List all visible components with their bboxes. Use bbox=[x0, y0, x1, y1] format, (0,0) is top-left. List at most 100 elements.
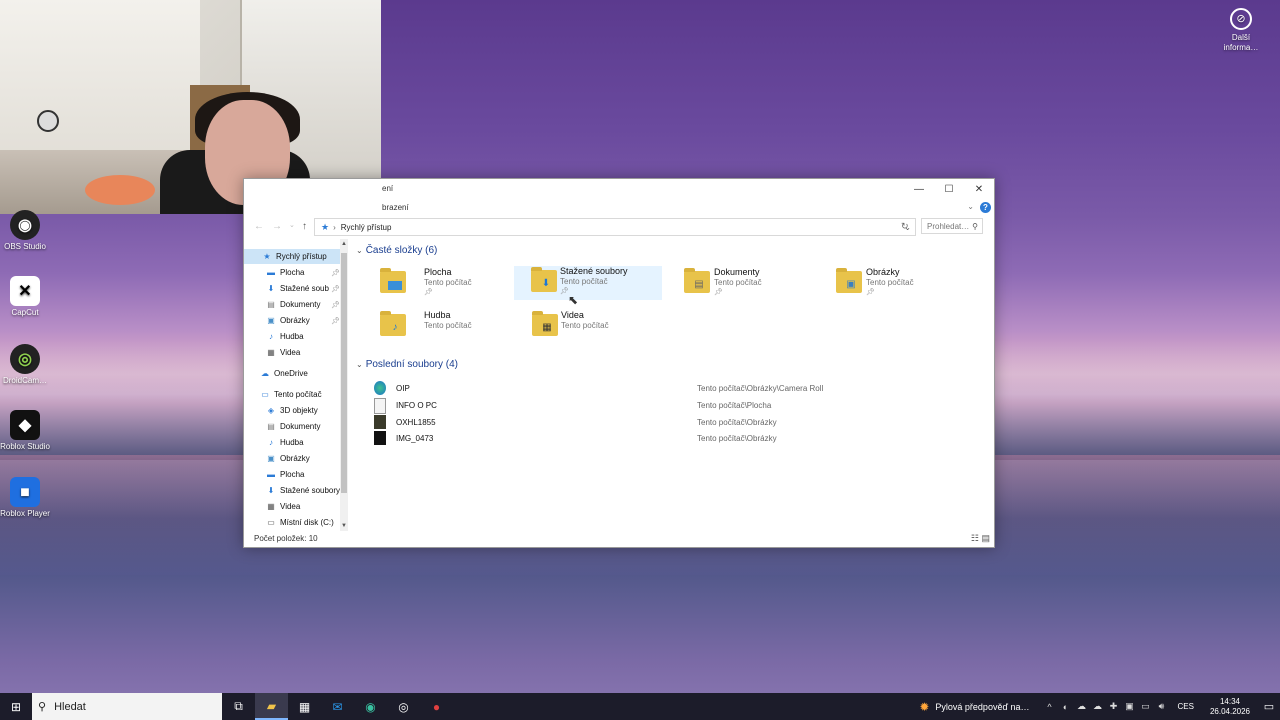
nav-scrollbar[interactable]: ▲ ▼ bbox=[340, 239, 348, 531]
nav-item-pc-pictures[interactable]: ▣ Obrázky bbox=[244, 451, 344, 466]
folder-tile-music[interactable]: ♪ Hudba Tento počítač bbox=[378, 310, 526, 344]
nav-item-onedrive[interactable]: ☁ OneDrive bbox=[244, 366, 344, 381]
nav-item-downloads[interactable]: ⬇ Stažené soub 📌︎ bbox=[244, 281, 344, 296]
desktop-icon-roblox-studio[interactable]: ◆ Roblox Studio bbox=[0, 410, 55, 451]
view-toggle-icons[interactable]: ☷ ▤ bbox=[971, 533, 990, 544]
nav-item-pictures[interactable]: ▣ Obrázky 📌︎ bbox=[244, 313, 344, 328]
recent-locations-icon[interactable]: ⌄ bbox=[289, 221, 295, 229]
search-icon: ⚲ bbox=[38, 701, 47, 713]
windows-start-icon[interactable]: ⊞ bbox=[0, 693, 32, 720]
back-arrow-icon[interactable]: ← bbox=[254, 221, 264, 232]
pin-icon: 📌︎ bbox=[331, 285, 340, 293]
nav-item-local-disk[interactable]: ▭ Místní disk (C:) bbox=[244, 515, 344, 530]
nav-item-pc-desktop[interactable]: ▬ Plocha bbox=[244, 467, 344, 482]
more-info-label: Další informa… bbox=[1223, 33, 1259, 52]
nav-item-quick-access[interactable]: ★ Rychlý přístup bbox=[244, 249, 344, 264]
search-placeholder: Prohledat… bbox=[927, 221, 970, 231]
task-view-icon[interactable]: ⧉ bbox=[222, 693, 255, 720]
desktop-icon: ▬ bbox=[267, 268, 275, 277]
network-icon[interactable]: ▭ bbox=[1138, 701, 1154, 712]
chevron-up-icon[interactable]: ^ bbox=[1042, 702, 1058, 712]
weather-widget[interactable]: ✹ Pylová předpověď na… bbox=[919, 700, 1029, 714]
recent-files-header[interactable]: ⌄ Poslední soubory (4) bbox=[356, 359, 458, 370]
address-field[interactable]: ★ › Rychlý přístup ⌄ bbox=[314, 218, 916, 236]
file-row[interactable]: IMG_0473 Tento počítač\Obrázky bbox=[372, 431, 972, 447]
ribbon-tab-view[interactable]: brazení bbox=[382, 203, 409, 212]
search-field[interactable]: Prohledat… ⚲ bbox=[921, 218, 983, 234]
nav-item-pc-documents[interactable]: ▤ Dokumenty bbox=[244, 419, 344, 434]
nav-item-pc-downloads[interactable]: ⬇ Stažené soubory bbox=[244, 483, 344, 498]
desktop-icon-capcut[interactable]: ✕ CapCut bbox=[0, 276, 55, 317]
folder-documents-icon: ▤ bbox=[684, 268, 710, 293]
mouse-cursor-icon: ⬉ bbox=[568, 293, 579, 307]
star-icon: ★ bbox=[263, 252, 271, 261]
folder-tile-documents[interactable]: ▤ Dokumenty Tento počítač 📌︎ bbox=[682, 267, 830, 301]
desktop-icon-roblox-player[interactable]: ■ Roblox Player bbox=[0, 477, 55, 518]
file-row[interactable]: OIP Tento počítač\Obrázky\Camera Roll bbox=[372, 381, 972, 397]
taskbar-search-placeholder: Hledat bbox=[54, 700, 86, 713]
frequent-folders-header[interactable]: ⌄ Časté složky (6) bbox=[356, 245, 437, 256]
item-count-status: Počet položek: 10 bbox=[254, 534, 318, 543]
tray-cloud-icon[interactable]: ☁ bbox=[1074, 701, 1090, 712]
ribbon-expand-icon[interactable]: ⌄ bbox=[967, 202, 974, 211]
close-button[interactable]: ✕ bbox=[964, 179, 994, 199]
folder-tile-plocha[interactable]: Plocha Tento počítač 📌︎ bbox=[378, 267, 526, 301]
maximize-button[interactable]: ☐ bbox=[934, 179, 964, 199]
taskbar-search-field[interactable]: ⚲ Hledat bbox=[32, 693, 222, 720]
tray-onedrive-icon[interactable]: ☁ bbox=[1090, 701, 1106, 712]
nav-item-documents[interactable]: ▤ Dokumenty 📌︎ bbox=[244, 297, 344, 312]
chevron-down-icon: ⌄ bbox=[356, 360, 363, 369]
edge-icon[interactable]: ◉ bbox=[354, 693, 387, 720]
nav-item-pc-videos[interactable]: ▦ Videa bbox=[244, 499, 344, 514]
image-file-icon bbox=[374, 431, 386, 445]
roblox-studio-icon: ◆ bbox=[10, 410, 40, 440]
text-file-icon bbox=[374, 398, 386, 414]
scroll-down-icon[interactable]: ▼ bbox=[340, 523, 348, 529]
desktop-icon-droidcam[interactable]: ◎ DroidCam… bbox=[0, 344, 55, 385]
image-file-icon bbox=[374, 415, 386, 429]
tray-app-icon[interactable]: ✚ bbox=[1106, 701, 1122, 712]
disk-icon: ▭ bbox=[267, 518, 275, 527]
notification-center-icon[interactable]: ▭ bbox=[1258, 700, 1280, 713]
desktop-icon-obs[interactable]: ◉ OBS Studio bbox=[0, 210, 55, 251]
ribbon: brazení ⌄ ? bbox=[244, 199, 994, 216]
nav-item-music[interactable]: ♪ Hudba bbox=[244, 329, 344, 344]
microsoft-store-icon[interactable]: ▦ bbox=[288, 693, 321, 720]
minimize-button[interactable]: — bbox=[904, 179, 934, 199]
title-bar[interactable]: ení — ☐ ✕ bbox=[244, 179, 994, 199]
more-info-desktop-item[interactable]: ⊘ Další informa… bbox=[1218, 8, 1264, 53]
clock[interactable]: 14:34 26.04.2026 bbox=[1210, 697, 1250, 717]
folder-tile-downloads[interactable]: ⬇ Stažené soubory Tento počítač 📌︎ bbox=[514, 266, 662, 300]
cloud-icon: ☁ bbox=[261, 369, 269, 378]
obs-taskbar-icon[interactable]: ◎ bbox=[387, 693, 420, 720]
up-arrow-icon[interactable]: ↑ bbox=[302, 221, 307, 232]
scroll-up-icon[interactable]: ▲ bbox=[340, 241, 348, 247]
desktop-icon: ▬ bbox=[267, 470, 275, 479]
file-explorer-taskbar-icon[interactable]: ▰ bbox=[255, 693, 288, 720]
file-row[interactable]: INFO O PC Tento počítač\Plocha bbox=[372, 398, 972, 414]
mail-icon[interactable]: ✉ bbox=[321, 693, 354, 720]
computer-icon: ▭ bbox=[261, 390, 269, 399]
address-path: Rychlý přístup bbox=[340, 222, 392, 232]
file-explorer-window: ení — ☐ ✕ brazení ⌄ ? ← → ⌄ ↑ ★ › Rychlý… bbox=[243, 178, 995, 548]
recorder-taskbar-icon[interactable]: ● bbox=[420, 693, 453, 720]
volume-icon[interactable]: 🔊︎ bbox=[1154, 701, 1170, 712]
tray-app-icon[interactable]: ◐ bbox=[1058, 702, 1074, 712]
nav-item-plocha[interactable]: ▬ Plocha 📌︎ bbox=[244, 265, 344, 280]
file-row[interactable]: OXHL1855 Tento počítač\Obrázky bbox=[372, 415, 972, 431]
nav-item-pc-music[interactable]: ♪ Hudba bbox=[244, 435, 344, 450]
folder-tile-pictures[interactable]: ▣ Obrázky Tento počítač 📌︎ bbox=[834, 267, 982, 301]
help-icon[interactable]: ? bbox=[980, 202, 991, 213]
pin-icon: 📌︎ bbox=[331, 301, 340, 309]
scrollbar-thumb[interactable] bbox=[341, 253, 347, 493]
forward-arrow-icon[interactable]: → bbox=[272, 221, 282, 232]
folder-download-icon: ⬇ bbox=[531, 267, 557, 292]
tray-app-icon[interactable]: ▣ bbox=[1122, 701, 1138, 712]
nav-item-this-pc[interactable]: ▭ Tento počítač bbox=[244, 387, 344, 402]
language-indicator[interactable]: CES bbox=[1178, 702, 1194, 711]
picture-icon: ▣ bbox=[267, 454, 275, 463]
refresh-icon[interactable]: ↻ bbox=[901, 221, 909, 232]
nav-item-videos[interactable]: ▦ Videa bbox=[244, 345, 344, 360]
folder-tile-videos[interactable]: ▦ Videa Tento počítač bbox=[530, 310, 678, 344]
nav-item-3d-objects[interactable]: ◈ 3D objekty bbox=[244, 403, 344, 418]
